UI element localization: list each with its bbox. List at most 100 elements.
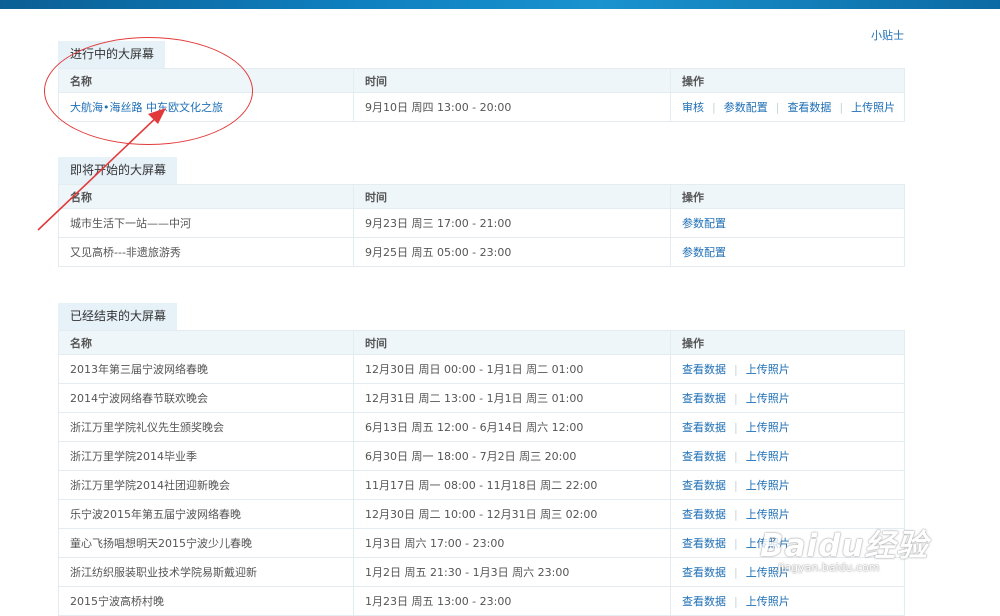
upload-photos-link[interactable]: 上传照片 bbox=[746, 537, 790, 550]
screen-name: 2015宁波高桥村晚 bbox=[58, 586, 354, 616]
screens-table: 名称 时间 操作 城市生活下一站——中河 9月23日 周三 17:00 - 21… bbox=[58, 184, 905, 267]
action-divider: | bbox=[734, 479, 738, 492]
table-row: 2013年第三届宁波网络春晚 12月30日 周日 00:00 - 1月1日 周二 … bbox=[58, 354, 905, 384]
action-divider: | bbox=[734, 566, 738, 579]
screen-name: 2014宁波网络春节联欢晚会 bbox=[58, 383, 354, 413]
screen-time: 11月17日 周一 08:00 - 11月18日 周二 22:00 bbox=[353, 470, 671, 500]
action-divider: | bbox=[839, 101, 844, 114]
row-actions: 查看数据 | 上传照片 bbox=[670, 470, 905, 500]
action-divider: | bbox=[712, 101, 716, 114]
action-divider: | bbox=[775, 101, 780, 114]
row-actions: 查看数据 | 上传照片 bbox=[670, 528, 905, 558]
row-actions: 查看数据 | 上传照片 bbox=[670, 383, 905, 413]
row-actions: 查看数据 | 上传照片 bbox=[670, 412, 905, 442]
table-row: 城市生活下一站——中河 9月23日 周三 17:00 - 21:00 参数配置 bbox=[58, 208, 905, 238]
view-data-link[interactable]: 查看数据 bbox=[787, 101, 831, 114]
upload-photos-link[interactable]: 上传照片 bbox=[851, 101, 895, 114]
action-divider: | bbox=[734, 537, 738, 550]
row-actions: 查看数据 | 上传照片 bbox=[670, 499, 905, 529]
view-data-link[interactable]: 查看数据 bbox=[682, 479, 726, 492]
config-link[interactable]: 参数配置 bbox=[724, 101, 768, 114]
review-link[interactable]: 审核 bbox=[682, 101, 704, 114]
col-header-actions: 操作 bbox=[670, 184, 905, 209]
screen-time: 9月23日 周三 17:00 - 21:00 bbox=[353, 208, 671, 238]
row-actions: 参数配置 bbox=[670, 208, 905, 238]
screen-time: 12月30日 周二 10:00 - 12月31日 周三 02:00 bbox=[353, 499, 671, 529]
row-actions: 查看数据 | 上传照片 bbox=[670, 354, 905, 384]
screen-name: 2013年第三届宁波网络春晚 bbox=[58, 354, 354, 384]
top-banner bbox=[0, 0, 1000, 9]
upload-photos-link[interactable]: 上传照片 bbox=[746, 508, 790, 521]
screen-name: 又见高桥---非遗旅游秀 bbox=[58, 237, 354, 267]
view-data-link[interactable]: 查看数据 bbox=[682, 421, 726, 434]
screen-name: 童心飞扬唱想明天2015宁波少儿春晚 bbox=[58, 528, 354, 558]
row-actions: 查看数据 | 上传照片 bbox=[670, 586, 905, 616]
upload-photos-link[interactable]: 上传照片 bbox=[746, 363, 790, 376]
row-actions: 查看数据 | 上传照片 bbox=[670, 557, 905, 587]
view-data-link[interactable]: 查看数据 bbox=[682, 508, 726, 521]
screen-time: 9月25日 周五 05:00 - 23:00 bbox=[353, 237, 671, 267]
table-row: 浙江万里学院礼仪先生颁奖晚会 6月13日 周五 12:00 - 6月14日 周六 … bbox=[58, 412, 905, 442]
screen-name: 乐宁波2015年第五届宁波网络春晚 bbox=[58, 499, 354, 529]
table-row: 又见高桥---非遗旅游秀 9月25日 周五 05:00 - 23:00 参数配置 bbox=[58, 237, 905, 267]
screen-time: 6月13日 周五 12:00 - 6月14日 周六 12:00 bbox=[353, 412, 671, 442]
section-title: 即将开始的大屏幕 bbox=[58, 157, 178, 184]
screen-time: 1月23日 周五 13:00 - 23:00 bbox=[353, 586, 671, 616]
screen-name: 浙江万里学院2014社团迎新晚会 bbox=[58, 470, 354, 500]
row-actions: 审核 | 参数配置 | 查看数据 | 上传照片 bbox=[670, 92, 905, 122]
screen-name: 城市生活下一站——中河 bbox=[58, 208, 354, 238]
col-header-time: 时间 bbox=[353, 68, 671, 93]
section-title: 进行中的大屏幕 bbox=[58, 41, 166, 68]
col-header-name: 名称 bbox=[58, 184, 354, 209]
screen-time: 9月10日 周四 13:00 - 20:00 bbox=[353, 92, 671, 122]
upload-photos-link[interactable]: 上传照片 bbox=[746, 421, 790, 434]
screen-time: 12月30日 周日 00:00 - 1月1日 周二 01:00 bbox=[353, 354, 671, 384]
section-title: 已经结束的大屏幕 bbox=[58, 303, 178, 330]
table-row: 浙江纺织服装职业技术学院易斯戴迎新 1月2日 周五 21:30 - 1月3日 周六… bbox=[58, 557, 905, 587]
action-divider: | bbox=[734, 392, 738, 405]
screen-time: 6月30日 周一 18:00 - 7月2日 周三 20:00 bbox=[353, 441, 671, 471]
upload-photos-link[interactable]: 上传照片 bbox=[746, 479, 790, 492]
action-divider: | bbox=[734, 450, 738, 463]
action-divider: | bbox=[734, 508, 738, 521]
table-row: 2014宁波网络春节联欢晚会 12月31日 周二 13:00 - 1月1日 周三 … bbox=[58, 383, 905, 413]
table-row: 乐宁波2015年第五届宁波网络春晚 12月30日 周二 10:00 - 12月31… bbox=[58, 499, 905, 529]
col-header-name: 名称 bbox=[58, 330, 354, 355]
upload-photos-link[interactable]: 上传照片 bbox=[746, 566, 790, 579]
col-header-actions: 操作 bbox=[670, 330, 905, 355]
screens-table: 名称 时间 操作 大航海•海丝路 中东欧文化之旅 9月10日 周四 13:00 … bbox=[58, 68, 905, 122]
action-divider: | bbox=[734, 363, 738, 376]
table-row: 浙江万里学院2014毕业季 6月30日 周一 18:00 - 7月2日 周三 20… bbox=[58, 441, 905, 471]
col-header-name: 名称 bbox=[58, 68, 354, 93]
action-divider: | bbox=[734, 421, 738, 434]
upload-photos-link[interactable]: 上传照片 bbox=[746, 595, 790, 608]
screens-table: 名称 时间 操作 2013年第三届宁波网络春晚 12月30日 周日 00:00 -… bbox=[58, 330, 905, 616]
upload-photos-link[interactable]: 上传照片 bbox=[746, 450, 790, 463]
view-data-link[interactable]: 查看数据 bbox=[682, 363, 726, 376]
col-header-time: 时间 bbox=[353, 330, 671, 355]
view-data-link[interactable]: 查看数据 bbox=[682, 392, 726, 405]
config-link[interactable]: 参数配置 bbox=[682, 246, 726, 259]
view-data-link[interactable]: 查看数据 bbox=[682, 566, 726, 579]
upload-photos-link[interactable]: 上传照片 bbox=[746, 392, 790, 405]
config-link[interactable]: 参数配置 bbox=[682, 217, 726, 230]
section-in-progress: 进行中的大屏幕 名称 时间 操作 大航海•海丝路 中东欧文化之旅 9月10日 周… bbox=[58, 41, 905, 122]
table-row: 2015宁波高桥村晚 1月23日 周五 13:00 - 23:00 查看数据 | 上传照… bbox=[58, 586, 905, 616]
table-row: 童心飞扬唱想明天2015宁波少儿春晚 1月3日 周六 17:00 - 23:00 查… bbox=[58, 528, 905, 558]
table-row: 大航海•海丝路 中东欧文化之旅 9月10日 周四 13:00 - 20:00 审… bbox=[58, 92, 905, 122]
view-data-link[interactable]: 查看数据 bbox=[682, 450, 726, 463]
screen-time: 1月3日 周六 17:00 - 23:00 bbox=[353, 528, 671, 558]
screen-name: 浙江纺织服装职业技术学院易斯戴迎新 bbox=[58, 557, 354, 587]
row-actions: 参数配置 bbox=[670, 237, 905, 267]
action-divider: | bbox=[734, 595, 738, 608]
col-header-time: 时间 bbox=[353, 184, 671, 209]
view-data-link[interactable]: 查看数据 bbox=[682, 537, 726, 550]
screen-name-link[interactable]: 大航海•海丝路 中东欧文化之旅 bbox=[70, 101, 223, 114]
view-data-link[interactable]: 查看数据 bbox=[682, 595, 726, 608]
screen-time: 12月31日 周二 13:00 - 1月1日 周三 01:00 bbox=[353, 383, 671, 413]
col-header-actions: 操作 bbox=[670, 68, 905, 93]
screen-name: 浙江万里学院2014毕业季 bbox=[58, 441, 354, 471]
section-ended: 已经结束的大屏幕 名称 时间 操作 2013年第三届宁波网络春晚 12月30日 周… bbox=[58, 303, 905, 616]
section-upcoming: 即将开始的大屏幕 名称 时间 操作 城市生活下一站——中河 9月23日 周三 1… bbox=[58, 157, 905, 267]
screen-name: 浙江万里学院礼仪先生颁奖晚会 bbox=[58, 412, 354, 442]
